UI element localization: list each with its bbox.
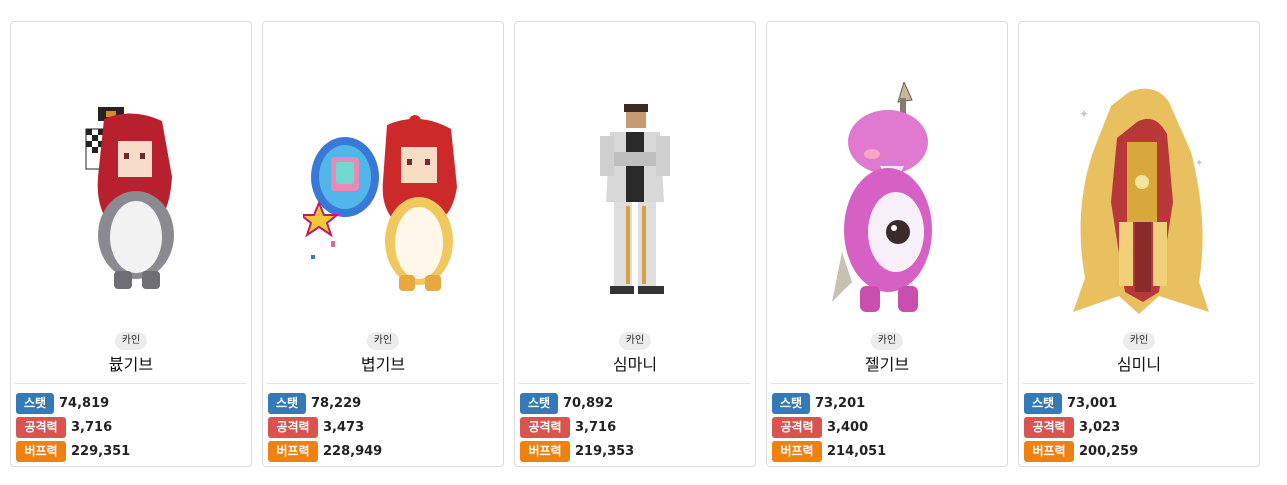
buff-value: 228,949 [323,443,383,459]
stat-value: 74,819 [59,395,110,411]
character-card[interactable]: 카인 젤기브 스탯 73,201 공격력 3,400 버프력 214,051 [766,21,1008,467]
character-card[interactable]: 카인 심마니 스탯 70,892 공격력 3,716 버프력 219,353 [514,21,756,467]
buff-value: 229,351 [71,443,131,459]
stat-list: 스탯 74,819 공격력 3,716 버프력 229,351 [16,391,246,463]
attack-badge: 공격력 [16,416,66,438]
attack-row: 공격력 3,716 [520,415,750,439]
character-name[interactable]: 븂기브 [11,354,251,376]
character-image[interactable] [515,62,755,342]
stat-value: 73,201 [815,395,866,411]
stat-badge: 스탯 [16,392,54,414]
stat-value: 70,892 [563,395,614,411]
attack-badge: 공격력 [268,416,318,438]
attack-row: 공격력 3,716 [16,415,246,439]
stat-list: 스탯 73,001 공격력 3,023 버프력 200,259 [1024,391,1254,463]
character-image[interactable] [263,62,503,342]
stat-row: 스탯 74,819 [16,391,246,415]
attack-row: 공격력 3,400 [772,415,1002,439]
server-badge: 카인 [1122,332,1156,350]
stat-badge: 스탯 [1024,392,1062,414]
character-sprite-icon [85,107,174,289]
character-sprite-icon: ✦ ✦ ✦ [1073,88,1209,315]
attack-value: 3,716 [71,419,113,435]
divider [519,383,751,384]
stat-badge: 스탯 [520,392,558,414]
character-grid: 카인 븂기브 스탯 74,819 공격력 3,716 버프력 229,351 카… [10,21,1260,467]
stat-badge: 스탯 [268,392,306,414]
character-image[interactable] [767,62,1007,342]
stat-row: 스탯 73,001 [1024,391,1254,415]
buff-value: 200,259 [1079,443,1139,459]
buff-row: 버프력 229,351 [16,439,246,463]
character-image[interactable]: ✦ ✦ ✦ [1019,62,1259,342]
buff-badge: 버프력 [1024,440,1074,462]
svg-text:✦: ✦ [1079,107,1089,121]
stat-list: 스탯 70,892 공격력 3,716 버프력 219,353 [520,391,750,463]
character-card[interactable]: 카인 볍기브 스탯 78,229 공격력 3,473 버프력 228,949 [262,21,504,467]
buff-row: 버프력 200,259 [1024,439,1254,463]
server-badge: 카인 [114,332,148,350]
divider [15,383,247,384]
attack-badge: 공격력 [772,416,822,438]
stat-badge: 스탯 [772,392,810,414]
attack-badge: 공격력 [1024,416,1074,438]
character-name[interactable]: 볍기브 [263,354,503,376]
attack-row: 공격력 3,473 [268,415,498,439]
server-badge: 카인 [618,332,652,350]
stat-row: 스탯 73,201 [772,391,1002,415]
attack-value: 3,473 [323,419,365,435]
character-name[interactable]: 심미니 [1019,354,1259,376]
attack-value: 3,716 [575,419,617,435]
character-name[interactable]: 젤기브 [767,354,1007,376]
character-sprite-icon [303,115,457,291]
buff-badge: 버프력 [16,440,66,462]
character-card[interactable]: ✦ ✦ ✦ 카인 심미니 스탯 73,001 공격력 [1018,21,1260,467]
buff-badge: 버프력 [268,440,318,462]
character-sprite-icon [600,104,670,294]
stat-value: 78,229 [311,395,362,411]
stat-value: 73,001 [1067,395,1118,411]
divider [771,383,1003,384]
server-badge: 카인 [870,332,904,350]
buff-value: 214,051 [827,443,887,459]
attack-value: 3,023 [1079,419,1121,435]
buff-badge: 버프력 [520,440,570,462]
divider [1023,383,1255,384]
character-image[interactable] [11,62,251,342]
server-badge: 카인 [366,332,400,350]
svg-text:✦: ✦ [1195,158,1203,169]
buff-value: 219,353 [575,443,635,459]
buff-row: 버프력 219,353 [520,439,750,463]
attack-row: 공격력 3,023 [1024,415,1254,439]
divider [267,383,499,384]
character-sprite-icon [832,82,932,312]
attack-value: 3,400 [827,419,869,435]
buff-row: 버프력 228,949 [268,439,498,463]
stat-row: 스탯 70,892 [520,391,750,415]
stat-list: 스탯 73,201 공격력 3,400 버프력 214,051 [772,391,1002,463]
buff-badge: 버프력 [772,440,822,462]
buff-row: 버프력 214,051 [772,439,1002,463]
character-name[interactable]: 심마니 [515,354,755,376]
character-card[interactable]: 카인 븂기브 스탯 74,819 공격력 3,716 버프력 229,351 [10,21,252,467]
stat-row: 스탯 78,229 [268,391,498,415]
stat-list: 스탯 78,229 공격력 3,473 버프력 228,949 [268,391,498,463]
attack-badge: 공격력 [520,416,570,438]
